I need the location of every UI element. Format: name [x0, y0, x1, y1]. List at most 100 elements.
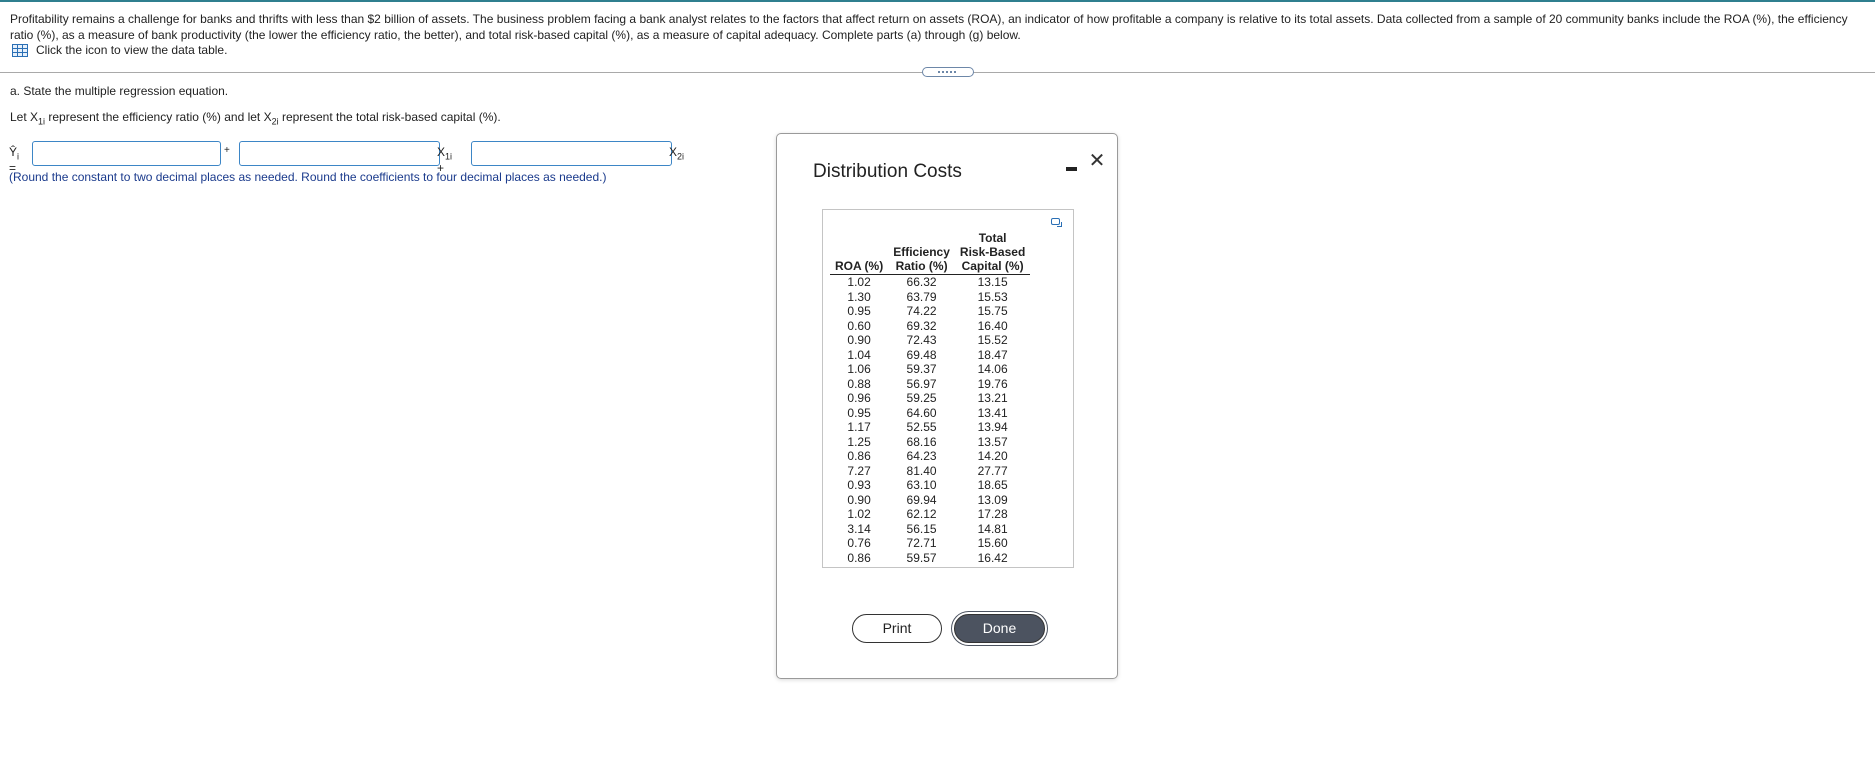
- column-header-line: ROA (%): [835, 259, 884, 273]
- table-cell: 14.06: [977, 362, 1008, 376]
- rounding-hint: (Round the constant to two decimal place…: [9, 170, 607, 184]
- table-row: 0.86 64.23 14.20: [830, 449, 1030, 464]
- table-cell: 72.71: [906, 536, 937, 550]
- let-sub1: 1i: [38, 116, 46, 127]
- data-table-icon[interactable]: [12, 43, 28, 57]
- let-prefix: Let X: [10, 110, 39, 124]
- table-row: 3.14 56.15 14.81: [830, 522, 1030, 537]
- table-cell: 68.16: [906, 434, 937, 449]
- constant-input[interactable]: [32, 141, 221, 166]
- column-header: Efficiency Ratio (%): [888, 231, 955, 275]
- table-cell: 0.86: [847, 550, 871, 565]
- dots-icon: [938, 71, 958, 73]
- expand-collapse-handle[interactable]: [922, 67, 974, 77]
- table-cell: 1.17: [847, 420, 871, 434]
- y-hat-sub: i: [17, 151, 20, 162]
- data-table: ROA (%) Efficiency Ratio (%) Total Risk-Base…: [830, 231, 1031, 566]
- table-cell: 69.48: [906, 347, 937, 362]
- table-cell: 1.02: [847, 507, 871, 521]
- table-cell: 18.47: [977, 347, 1008, 362]
- column-header-line: Risk-Based: [959, 245, 1026, 259]
- table-cell: 15.52: [977, 333, 1008, 347]
- table-cell: 63.10: [906, 478, 937, 492]
- table-cell: 0.90: [847, 333, 871, 347]
- table-cell: 72.43: [906, 333, 937, 347]
- table-cell: 1.06: [847, 362, 871, 376]
- table-cell: 14.20: [977, 449, 1008, 463]
- table-row: 0.95 74.22 15.75: [830, 304, 1030, 319]
- table-row: 1.30 63.79 15.53: [830, 290, 1030, 305]
- table-cell: 19.76: [977, 376, 1008, 391]
- table-row: 0.93 63.10 18.65: [830, 478, 1030, 493]
- table-cell: 13.09: [977, 492, 1008, 507]
- let-suffix: represent the total risk-based capital (…: [278, 110, 501, 124]
- x1-sub: 1i: [445, 151, 453, 162]
- table-cell: 69.94: [906, 492, 937, 507]
- table-cell: 1.25: [847, 434, 871, 449]
- table-cell: 66.32: [906, 275, 937, 289]
- table-cell: 13.94: [977, 420, 1008, 434]
- x2-term: X2i: [669, 145, 684, 161]
- table-cell: 15.60: [977, 536, 1008, 550]
- dialog-title: Distribution Costs: [813, 161, 962, 182]
- view-data-table-link[interactable]: Click the icon to view the data table.: [12, 43, 227, 57]
- table-cell: 13.57: [977, 434, 1008, 449]
- table-header-row: ROA (%) Efficiency Ratio (%) Total Risk-Base…: [830, 231, 1031, 275]
- table-cell: 15.75: [977, 304, 1008, 318]
- table-row: 1.02 62.12 17.28: [830, 507, 1030, 522]
- print-button[interactable]: Print: [852, 614, 942, 643]
- copy-icon[interactable]: [1051, 218, 1062, 227]
- x2-sub: 2i: [677, 151, 685, 162]
- table-cell: 17.28: [977, 507, 1008, 521]
- table-row: 0.95 64.60 13.41: [830, 406, 1030, 421]
- table-row: 1.06 59.37 14.06: [830, 362, 1030, 377]
- table-cell: 0.88: [847, 376, 871, 391]
- column-header-line: Capital (%): [961, 259, 1024, 273]
- table-cell: 0.95: [847, 405, 871, 420]
- coef-x2-input[interactable]: [471, 141, 672, 166]
- table-cell: 69.32: [906, 318, 937, 333]
- minimize-icon[interactable]: [1062, 155, 1082, 175]
- column-header: Total Risk-Based Capital (%): [954, 231, 1031, 275]
- column-header-line: Total: [978, 231, 1007, 245]
- coef-x1-input[interactable]: [239, 141, 440, 166]
- view-data-table-label[interactable]: Click the icon to view the data table.: [36, 43, 227, 57]
- table-row: 0.60 69.32 16.40: [830, 319, 1030, 334]
- table-cell: 0.95: [847, 304, 871, 318]
- table-cell: 64.60: [906, 405, 937, 420]
- table-cell: 74.22: [906, 304, 937, 318]
- table-cell: 1.02: [847, 275, 871, 289]
- table-cell: 13.15: [977, 275, 1008, 289]
- done-button[interactable]: Done: [954, 614, 1045, 643]
- part-a-heading: a. State the multiple regression equatio…: [10, 84, 229, 98]
- table-cell: 56.15: [906, 521, 937, 536]
- table-cell: 59.57: [906, 550, 937, 565]
- table-cell: 56.97: [906, 376, 937, 391]
- table-cell: 0.86: [847, 449, 871, 463]
- table-cell: 0.93: [847, 478, 871, 492]
- table-cell: 3.14: [847, 521, 871, 536]
- question-text: Profitability remains a challenge for ba…: [10, 12, 1848, 42]
- table-cell: 1.30: [847, 289, 871, 304]
- table-row: 0.88 56.97 19.76: [830, 377, 1030, 392]
- let-mid: represent the efficiency ratio (%) and l…: [45, 110, 272, 124]
- table-row: 0.90 69.94 13.09: [830, 493, 1030, 508]
- x2-symbol: X: [669, 145, 678, 159]
- table-row: 0.96 59.25 13.21: [830, 391, 1030, 406]
- table-cell: 13.41: [977, 405, 1008, 420]
- table-cell: 0.76: [847, 536, 871, 550]
- data-table-frame: ROA (%) Efficiency Ratio (%) Total Risk-Base…: [822, 209, 1074, 568]
- y-hat-symbol: Ŷ: [9, 145, 18, 159]
- table-cell: 0.90: [847, 492, 871, 507]
- column-header-line: Efficiency: [893, 245, 950, 259]
- table-cell: 62.12: [906, 507, 937, 521]
- table-cell: 18.65: [977, 478, 1008, 492]
- table-body: 1.02 66.32 13.15 1.30 63.79 15.53 0.95 74.22 15.…: [830, 275, 1030, 566]
- table-row: 1.25 68.16 13.57: [830, 435, 1030, 450]
- table-cell: 59.37: [906, 362, 937, 376]
- close-icon[interactable]: ✕: [1086, 150, 1108, 172]
- plus-sign: +: [224, 145, 230, 156]
- table-row: 1.02 66.32 13.15: [830, 275, 1030, 290]
- table-row: 1.04 69.48 18.47: [830, 348, 1030, 363]
- table-cell: 13.21: [977, 391, 1008, 405]
